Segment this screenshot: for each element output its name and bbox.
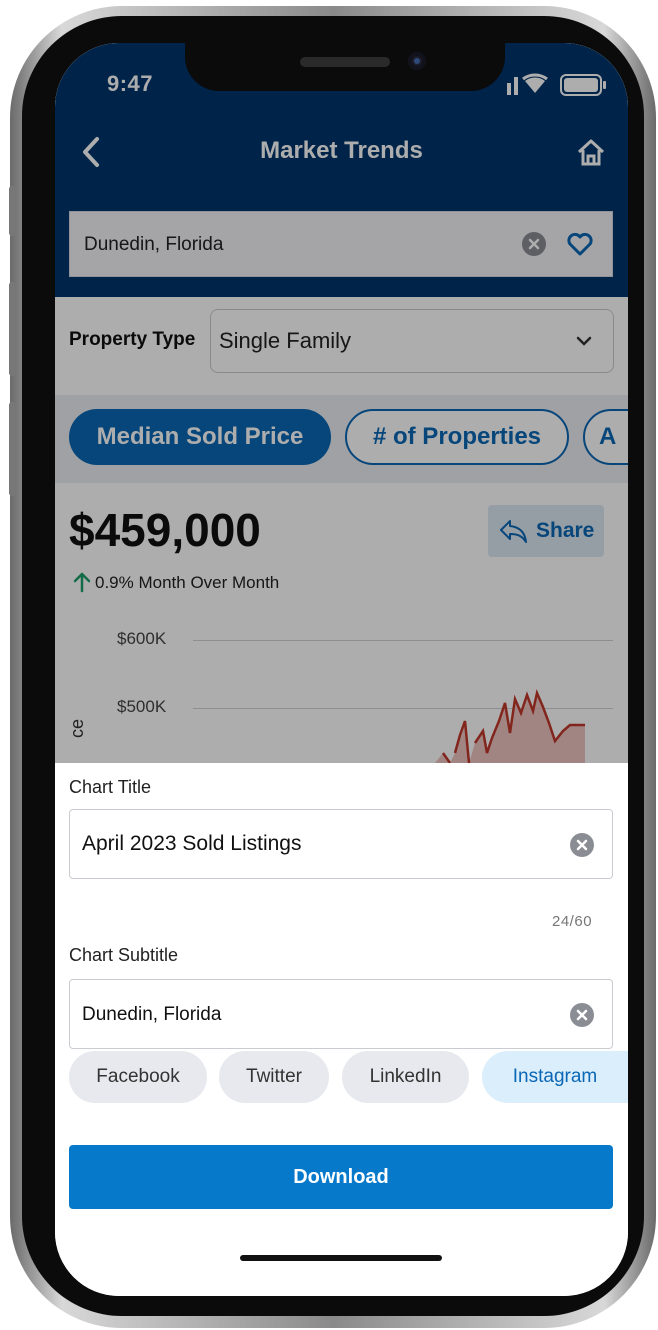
chart-subtitle-label: Chart Subtitle [69, 945, 179, 965]
speaker-grille [300, 57, 390, 67]
social-facebook-chip[interactable]: Facebook [69, 1051, 207, 1103]
mute-switch [9, 186, 17, 236]
front-camera [408, 52, 426, 70]
home-indicator[interactable] [240, 1255, 442, 1261]
social-twitter-chip[interactable]: Twitter [219, 1051, 329, 1103]
download-button[interactable]: Download [69, 1145, 613, 1209]
social-linkedin-chip[interactable]: LinkedIn [342, 1051, 469, 1103]
share-bottom-sheet: Chart Title April 2023 Sold Listings 24/… [55, 763, 628, 1296]
social-instagram-chip[interactable]: Instagram [482, 1051, 628, 1103]
chart-title-label: Chart Title [69, 777, 152, 797]
chart-title-value: April 2023 Sold Listings [82, 832, 302, 855]
volume-up-button [9, 282, 17, 376]
chart-title-counter: 24/60 [552, 913, 593, 930]
chart-subtitle-value: Dunedin, Florida [82, 1004, 222, 1025]
chart-subtitle-input[interactable]: Dunedin, Florida [69, 979, 613, 1049]
clear-chart-subtitle-icon[interactable] [570, 1003, 594, 1027]
screen: 9:47 Market Trends Dunedin, Florida Prop… [55, 43, 628, 1296]
chart-title-input[interactable]: April 2023 Sold Listings [69, 809, 613, 879]
modal-backdrop[interactable] [55, 43, 628, 763]
notch [185, 43, 505, 91]
volume-down-button [9, 402, 17, 496]
phone-frame: 9:47 Market Trends Dunedin, Florida Prop… [0, 0, 658, 1330]
clear-chart-title-icon[interactable] [570, 833, 594, 857]
